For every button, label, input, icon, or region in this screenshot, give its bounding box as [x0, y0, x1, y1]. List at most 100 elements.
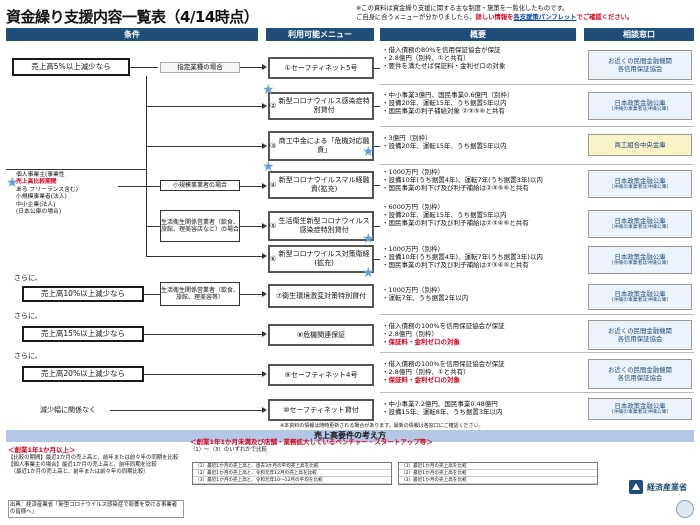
overview-3: ・3億円（別枠） ・設備20年、運転15年、うち据置5年以内 — [382, 134, 582, 150]
mascot-icon — [676, 500, 694, 518]
divider — [6, 169, 146, 170]
row-divider — [380, 126, 694, 127]
source-note: 出典：経済産業省「新型コロナウイルス感染症で影響を受ける事業者の皆様へ」 — [8, 500, 184, 518]
consult-8[interactable]: お近くの民間金融機関 各信用保証協会 — [588, 320, 692, 350]
menu-label: 新型コロナウイルス対策衛経(拡充) — [278, 250, 370, 267]
condition-small-business: 小規模事業者の場合 — [160, 180, 240, 191]
condition-further-3: さらに、 — [14, 352, 42, 360]
condition-line: 小規模事業者(法人) — [16, 194, 67, 201]
menu-marukei[interactable]: ④ 新型コロナウイルスマル経融資(拡充) — [268, 171, 374, 199]
consult-main: 日本政策金融公庫 — [614, 177, 666, 185]
connector — [240, 294, 262, 295]
menu-label: 生活衛生新型コロナウイルス感染症特別貸付 — [278, 217, 370, 234]
consult-sub: (沖縄の事業者は沖縄公庫) — [611, 185, 669, 190]
meti-logo: 経済産業省 — [628, 478, 692, 496]
menu-sn5[interactable]: ① セーフティネット5号 — [268, 57, 374, 79]
header-note: ※この資料は資金繰り支援に関する主な制度・施策を一覧化したものです。 ご自身に合… — [356, 4, 696, 22]
row-divider — [380, 352, 694, 353]
left-line: 【比較の期間】最近1か月の売上高と、前年または前々年の同期を比較 — [8, 455, 179, 461]
arrow — [262, 331, 267, 337]
row-divider — [380, 164, 694, 165]
overview-line: ・要件を満たせば保証料・金利ゼロの対象 — [382, 62, 506, 71]
mid-requirement: ＜創業1年1か月未満及び店舗・業務拡大しているベンチャー・スタートアップ等＞ （… — [190, 438, 620, 454]
condition-sanitation-10: 生活衛生関係営業者（飲食、旅館、理美容等） — [160, 282, 240, 306]
overview-4: ・1000万円（別枠） ・設備10年(うち据置4年)、運転7年(うち据置3年)以… — [382, 168, 582, 193]
consult-5[interactable]: 日本政策金融公庫 (沖縄の事業者は沖縄公庫) — [588, 210, 692, 238]
menu-label: 新型コロナウイルス感染症特別貸付 — [278, 97, 370, 114]
overview-line: ・中小事業3億円、国民事業0.6億円（別枠） — [382, 91, 514, 99]
connector — [110, 410, 262, 411]
overview-line: ・中小事業7.2億円、国民事業0.48億円 — [382, 400, 498, 408]
overview-6: ・1000万円（別枠） ・設備10年(うち据置4年)、運転7年(うち据置3年)以… — [382, 245, 582, 270]
table-row: （3）最近1か月の売上高を比較 — [399, 477, 597, 484]
consult-sub: (沖縄の事業者は沖縄公庫) — [611, 261, 669, 266]
consult-main: 日本政策金融公庫 — [614, 402, 666, 410]
consult-9[interactable]: お近くの民間金融機関 各信用保証協会 — [588, 359, 692, 389]
table-row: （1）最近1か月の売上高を比較 — [399, 463, 597, 470]
condition-sanitation-business: 生活衛生関係営業者（飲食、旅館、理美容店など）の場合 — [160, 210, 240, 242]
connector — [374, 68, 380, 69]
overview-line: ・運転7年、うち据置2年以内 — [382, 294, 469, 303]
consult-2[interactable]: 日本政策金融公庫 (沖縄の事業者は沖縄公庫) — [588, 92, 692, 120]
consult-4[interactable]: 日本政策金融公庫 (沖縄の事業者は沖縄公庫) — [588, 170, 692, 198]
star-icon: ★ — [262, 159, 275, 175]
arrow — [262, 143, 267, 149]
table-row: （3）最近1か月の売上高と、令和元年10～12月の平均を比較 — [193, 477, 391, 484]
overview-5: ・6000万円（別枠） ・設備20年、運転15年、うち据置5年以内 ・国民事業の… — [382, 203, 582, 228]
menu-sn4[interactable]: ⑨ セーフティネット4号 — [268, 364, 374, 386]
arrow — [262, 291, 267, 297]
consult-main: 日本政策金融公庫 — [614, 253, 666, 261]
consult-main: お近くの民間金融機関 — [608, 57, 672, 65]
menu-shokochukin-crisis[interactable]: ③ 商工中金による「危機対応融資」 — [268, 131, 374, 161]
menu-label: セーフティネット4号 — [290, 370, 358, 379]
arrow — [262, 253, 267, 259]
note-line-2: ご自身に合うメニューが分かりましたら、詳しい情報を各支援策パンフレットでご確認く… — [356, 13, 696, 22]
arrow — [262, 407, 267, 413]
overview-1: ・借入債務の80%を信用保証協会が保証 ・2.8億円（別枠、①と共有） ・要件を… — [382, 46, 582, 71]
menu-covid-special-loan[interactable]: ② 新型コロナウイルス感染症特別貸付 — [268, 92, 374, 120]
connector — [144, 294, 160, 295]
consult-1[interactable]: お近くの民間金融機関 各信用保証協会 — [588, 50, 692, 80]
menu-label: セーフティネット5号 — [290, 63, 358, 72]
consult-6[interactable]: 日本政策金融公庫 (沖縄の事業者は沖縄公庫) — [588, 246, 692, 274]
condition-regardless: 減少幅に関係なく — [40, 406, 96, 414]
connector — [374, 106, 380, 107]
consult-3[interactable]: 商工組合中央金庫 — [588, 134, 692, 156]
note-red-text: 詳しい情報を — [475, 14, 514, 21]
connector — [240, 226, 262, 227]
consult-main: 日本政策金融公庫 — [614, 290, 666, 298]
menu-label: 衛生環境激変対策特別貸付 — [282, 291, 367, 300]
arrow — [262, 183, 267, 189]
consult-10[interactable]: 日本政策金融公庫 (沖縄の事業者は沖縄公庫) — [588, 398, 692, 420]
comparison-table-2: （1）最近1か月の売上高を比較 （2）最近1か月の売上高を比較 （3）最近1か月… — [398, 462, 598, 485]
overview-line: ・国民事業の利下げ及び利子補給は②③④⑤と共有 — [382, 261, 529, 270]
overview-line: ・3億円（別枠） — [382, 134, 432, 142]
menu-sanitation-covid[interactable]: ⑤ 生活衛生新型コロナウイルス感染症特別貸付 — [268, 211, 374, 241]
mid-title: ＜創業1年1か月未満及び店舗・業務拡大しているベンチャー・スタートアップ等＞ — [190, 438, 433, 446]
connector-trunk — [146, 76, 147, 256]
menu-sn-loan[interactable]: ⑩ セーフティネット貸付 — [268, 399, 374, 421]
row-divider — [380, 314, 694, 315]
mid-sub: （1）～（3）のいずれかで比較 — [190, 447, 267, 453]
connector — [118, 186, 146, 187]
connector — [130, 67, 158, 68]
menu-eikei[interactable]: ⑥ 新型コロナウイルス対策衛経(拡充) — [268, 245, 374, 273]
menu-sanitation-env[interactable]: ⑦ 衛生環境激変対策特別貸付 — [268, 284, 374, 308]
connector — [240, 67, 262, 68]
pamphlet-link[interactable]: 各支援策パンフレット — [513, 14, 576, 21]
overview-line: ・1000万円（別枠） — [382, 245, 445, 253]
condition-line: 中小企業(法人) — [16, 201, 56, 208]
menu-crisis-guarantee[interactable]: ⑧ 危機関連保証 — [268, 324, 374, 346]
connector — [374, 259, 380, 260]
consult-7[interactable]: 日本政策金融公庫 (沖縄の事業者は沖縄公庫) — [588, 284, 692, 310]
footnote: ※本資料の情報は随時更新される場合があります。最新の情報は各窓口にご確認ください… — [280, 423, 484, 429]
condition-15pct: 売上高15%以上減少なら — [22, 326, 144, 342]
arrow — [262, 371, 267, 377]
header-conditions: 条件 — [6, 28, 258, 41]
condition-designated-industry: 指定業種の場合 — [160, 62, 240, 73]
menu-label: セーフティネット貸付 — [289, 405, 359, 414]
row-divider — [380, 84, 694, 85]
consult-main: お近くの民間金融機関 — [608, 366, 672, 374]
consult-sub: 各信用保証協会 — [617, 335, 663, 343]
page-title: 資金繰り支援内容一覧表（4/14時点） — [6, 8, 259, 26]
